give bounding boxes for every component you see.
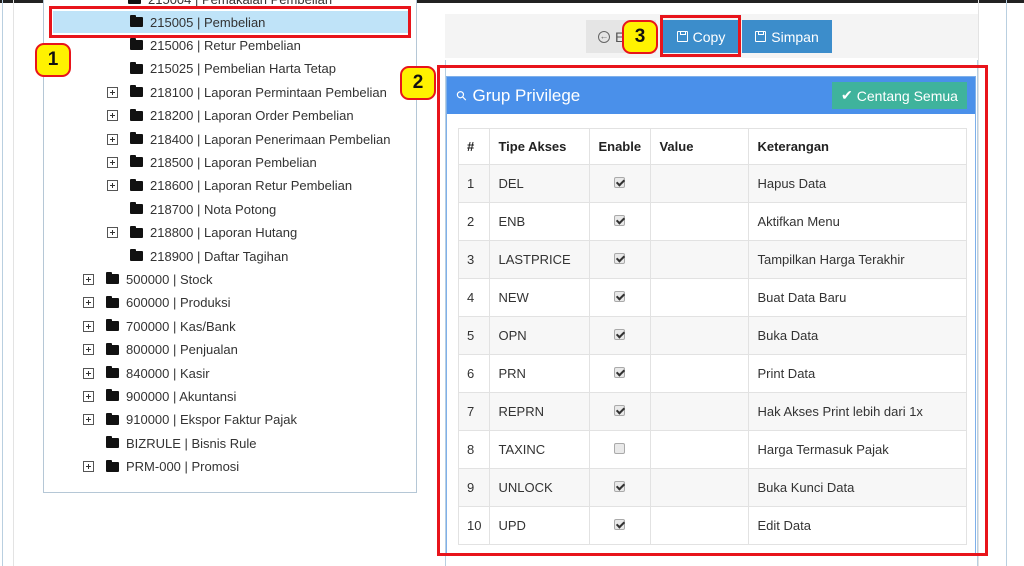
highlight-box-3 [660,15,741,57]
callout-badge-2: 2 [400,66,436,100]
expand-plus-icon[interactable] [83,297,94,309]
tree-item[interactable]: 218100 | Laporan Permintaan Pembelian [107,81,387,103]
tree-item[interactable]: 218400 | Laporan Penerimaan Pembelian [107,128,390,150]
folder-icon [130,225,143,238]
tree-item[interactable]: 218700 | Nota Potong [107,198,276,220]
expand-plus-icon[interactable] [83,414,94,426]
tree-item[interactable]: BIZRULE | Bisnis Rule [83,432,257,454]
expand-plus-icon[interactable] [83,367,94,379]
tree-item-label: 218200 | Laporan Order Pembelian [150,108,354,124]
tree-item-label: 218700 | Nota Potong [150,201,277,217]
tree-item[interactable]: PRM-000 | Promosi [83,456,239,478]
tree-item[interactable]: 700000 | Kas/Bank [83,315,236,337]
expand-plus-icon[interactable] [83,344,94,356]
callout-badge-1: 1 [35,43,71,77]
folder-icon [130,202,143,215]
tree-item[interactable]: 500000 | Stock [83,268,213,290]
expand-plus-icon[interactable] [83,461,94,473]
expand-plus-icon[interactable] [83,273,94,285]
tree-item[interactable]: 800000 | Penjualan [83,339,238,361]
tree-item-label: BIZRULE | Bisnis Rule [126,435,257,451]
tree-item-label: 218400 | Laporan Penerimaan Pembelian [150,131,391,147]
tree-item-label: 218800 | Laporan Hutang [150,225,298,241]
tree-item[interactable]: 218200 | Laporan Order Pembelian [107,105,354,127]
expand-plus-icon[interactable] [107,133,118,145]
tree-item-label: 900000 | Akuntansi [126,388,237,404]
folder-icon [130,108,143,121]
expand-plus-icon[interactable] [83,390,94,402]
page-border-left [2,0,3,566]
save-button-label: Simpan [771,28,819,45]
folder-icon [106,342,119,355]
tree-item[interactable]: 218800 | Laporan Hutang [107,222,297,244]
highlight-box-2 [437,65,988,556]
tree-item-label: 218100 | Laporan Permintaan Pembelian [150,84,387,100]
tree-item[interactable]: 900000 | Akuntansi [83,385,236,407]
folder-icon [106,412,119,425]
tree-item[interactable]: 600000 | Produksi [83,292,231,314]
page-border-right [1006,0,1007,566]
tree-item[interactable]: 840000 | Kasir [83,362,210,384]
folder-icon [106,295,119,308]
tree-item-label: 800000 | Penjualan [126,342,238,358]
tree-item-label: 600000 | Produksi [126,295,231,311]
callout-badge-3: 3 [622,20,658,54]
tree-item[interactable]: 910000 | Ekspor Faktur Pajak [83,409,297,431]
folder-icon [130,178,143,191]
tree-item-label: 910000 | Ekspor Faktur Pajak [126,412,298,428]
tree-item-label: 215006 | Retur Pembelian [150,37,301,53]
folder-icon [130,38,143,51]
expand-plus-icon[interactable] [107,180,118,192]
folder-icon [130,61,143,74]
tree-item[interactable]: 215025 | Pembelian Harta Tetap [107,58,336,80]
folder-icon [106,389,119,402]
folder-icon [106,272,119,285]
tree-item-label: 840000 | Kasir [126,365,210,381]
tree-item[interactable]: 218900 | Daftar Tagihan [107,245,288,267]
tree-item-label: 218600 | Laporan Retur Pembelian [150,178,353,194]
tree-item-label: 218500 | Laporan Pembelian [150,154,317,170]
folder-icon [130,249,143,261]
expand-plus-icon[interactable] [107,110,118,122]
tree-item[interactable]: 218500 | Laporan Pembelian [107,151,317,173]
expand-plus-icon[interactable] [107,86,118,98]
folder-icon [128,0,141,4]
highlight-box-1 [49,6,411,38]
tree-item-label: PRM-000 | Promosi [126,459,240,475]
tree-item-label: 700000 | Kas/Bank [126,318,236,334]
folder-icon [106,459,119,472]
page-border-left-inner [13,0,14,566]
expand-plus-icon[interactable] [83,320,94,332]
expand-plus-icon[interactable] [107,227,118,239]
expand-plus-icon[interactable] [107,156,118,168]
save-button[interactable]: Simpan [742,20,832,53]
tree-item-label: 500000 | Stock [126,271,213,287]
folder-icon [130,132,143,144]
floppy-disk-icon [755,31,767,42]
folder-icon [106,366,119,378]
arrow-left-circle-icon: ← [598,30,610,43]
folder-icon [106,319,119,332]
folder-icon [130,85,143,98]
tree-item-label: 215025 | Pembelian Harta Tetap [150,61,336,77]
tree-item-label: 218900 | Daftar Tagihan [150,248,289,264]
tree-item[interactable]: 218600 | Laporan Retur Pembelian [107,175,352,197]
folder-icon [106,436,119,449]
folder-icon [130,155,143,168]
